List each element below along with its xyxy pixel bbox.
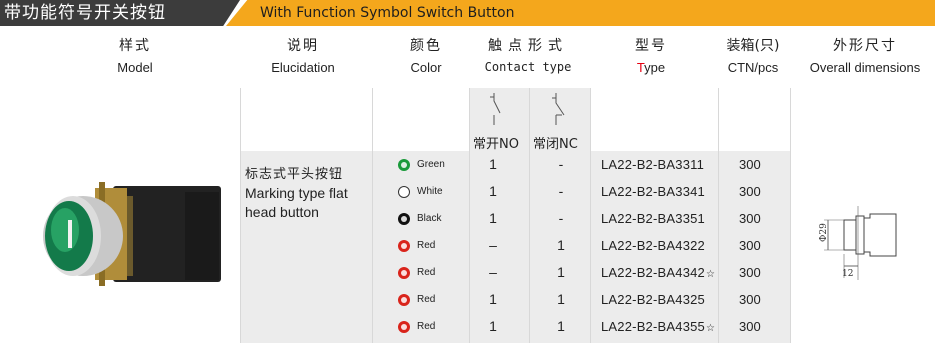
- color-name: Red: [417, 240, 436, 251]
- quantity: 300: [739, 211, 761, 226]
- no-count: 1: [489, 291, 497, 307]
- nc-count: -: [558, 156, 564, 172]
- push-button-product-image: [43, 182, 221, 286]
- color-name: Red: [417, 294, 436, 305]
- color-name: White: [417, 186, 443, 197]
- quantity: 300: [739, 292, 761, 307]
- diameter-label: Φ29: [819, 223, 829, 242]
- header-dimensions: 外形尺寸 Overall dimensions: [809, 38, 921, 75]
- contact-nc-label: 常闭NC: [533, 137, 578, 152]
- nc-count: -: [558, 183, 564, 199]
- color-indicator-icon: [398, 159, 410, 171]
- nc-count: 1: [557, 318, 565, 334]
- color-indicator-icon: [398, 321, 410, 333]
- no-count: –: [489, 264, 497, 280]
- color-name: Black: [417, 213, 442, 224]
- nc-count: 1: [557, 237, 565, 253]
- color-indicator-icon: [398, 213, 410, 225]
- length-label: 12: [842, 269, 853, 279]
- table-header: 样式 Model 说明 Elucidation 颜色 Color 触点形式 Co…: [0, 26, 935, 88]
- contact-no-label: 常开NO: [473, 137, 519, 152]
- type-code: LA22-B2-BA4322: [601, 238, 705, 253]
- quantity: 300: [739, 157, 761, 172]
- header-type: 型号 Type: [635, 38, 667, 75]
- type-code: LA22-B2-BA4342: [601, 265, 705, 280]
- no-count: 1: [489, 210, 497, 226]
- no-count: 1: [489, 183, 497, 199]
- nc-count: -: [558, 210, 564, 226]
- type-code: LA22-B2-BA4355: [601, 319, 705, 334]
- dimension-drawing: Φ29 12: [819, 206, 897, 280]
- banner-en-title: With Function Symbol Switch Button: [226, 0, 935, 26]
- color-name: Red: [417, 321, 436, 332]
- star-mark-icon: ☆: [706, 269, 715, 280]
- color-name: Red: [417, 267, 436, 278]
- quantity: 300: [739, 319, 761, 334]
- color-indicator-icon: [398, 267, 410, 279]
- color-indicator-icon: [398, 186, 410, 198]
- no-count: 1: [489, 318, 497, 334]
- type-code: LA22-B2-BA3341: [601, 184, 705, 199]
- header-model: 样式 Model: [117, 38, 153, 75]
- type-code: LA22-B2-BA4325: [601, 292, 705, 307]
- normally-closed-symbol-icon: [552, 93, 565, 125]
- table-row: Red 1 1 LA22-B2-BA4355 ☆ 300: [0, 313, 935, 340]
- header-color: 颜色 Color: [410, 38, 442, 75]
- quantity: 300: [739, 184, 761, 199]
- color-name: Green: [417, 159, 445, 170]
- normally-open-symbol-icon: [490, 93, 501, 125]
- star-mark-icon: ☆: [706, 323, 715, 334]
- header-contact-type: 触点形式 Contact type: [484, 38, 572, 74]
- header-elucidation: 说明 Elucidation: [271, 38, 335, 75]
- nc-count: 1: [557, 291, 565, 307]
- quantity: 300: [739, 265, 761, 280]
- type-code: LA22-B2-BA3351: [601, 211, 705, 226]
- quantity: 300: [739, 238, 761, 253]
- header-ctn: 装箱(只) CTN/pcs: [726, 38, 780, 75]
- nc-count: 1: [557, 264, 565, 280]
- no-count: –: [489, 237, 497, 253]
- color-indicator-icon: [398, 240, 410, 252]
- banner-cn-title: 带功能符号开关按钮: [0, 0, 240, 26]
- title-banner: 带功能符号开关按钮 With Function Symbol Switch Bu…: [0, 0, 935, 26]
- no-count: 1: [489, 156, 497, 172]
- color-indicator-icon: [398, 294, 410, 306]
- type-code: LA22-B2-BA3311: [601, 157, 705, 172]
